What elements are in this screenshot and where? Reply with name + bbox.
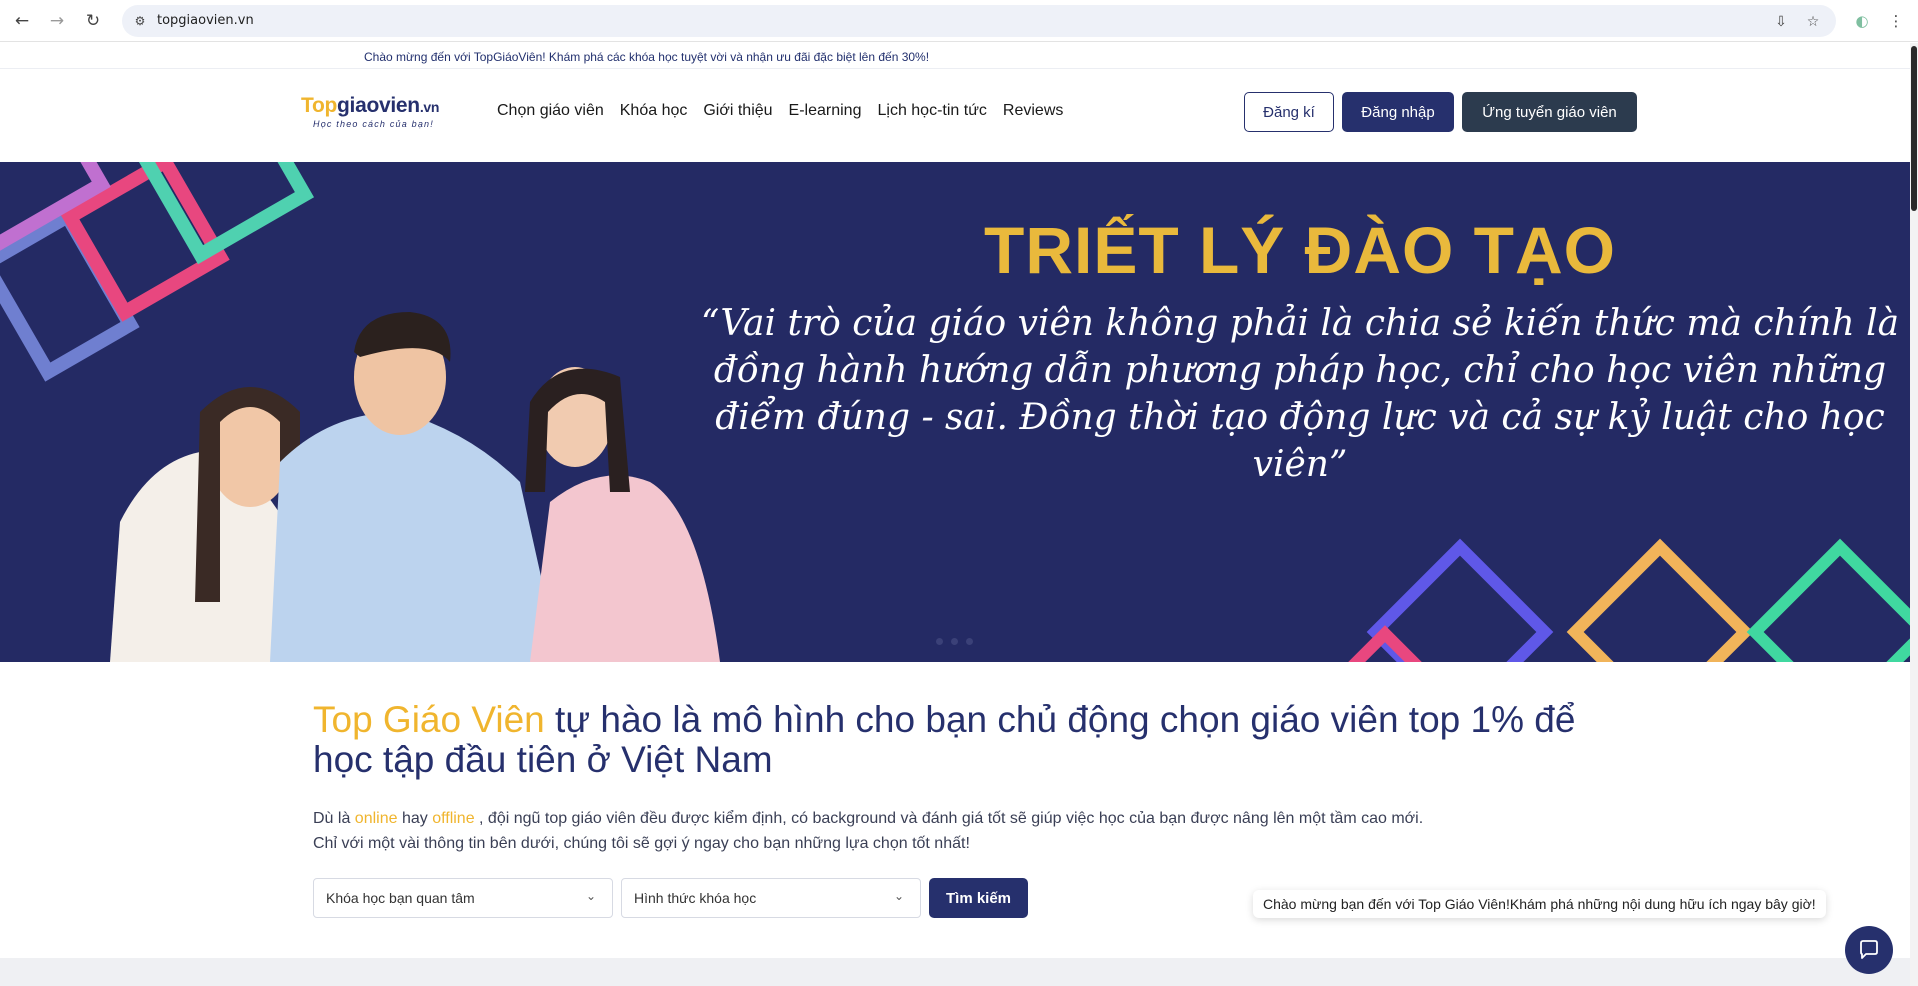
desc-offline: offline [432,810,475,827]
logo-tagline: Học theo cách của bạn! [313,119,434,129]
main-nav: Chọn giáo viên Khóa học Giới thiệu E-lea… [497,102,1079,120]
course-select-value: Khóa học bạn quan tâm [326,890,475,906]
hero-banner: TRIẾT LÝ ĐÀO TẠO “Vai trò của giáo viên … [0,162,1910,662]
logo-wordmark: Topgiaovien.vn [301,94,440,117]
chevron-down-icon: ⌄ [894,889,905,903]
desc-line2: Chỉ với một vài thông tin bên dưới, chún… [313,835,970,852]
next-section-strip [0,958,1910,986]
teacher-photo-group [110,312,720,662]
apply-teacher-button[interactable]: Ứng tuyển giáo viên [1462,92,1637,132]
chat-icon [1860,940,1878,959]
announcement-bar: Chào mừng đến với TopGiáoViên! Khám phá … [0,43,1910,69]
reload-icon[interactable]: ↻ [81,9,105,33]
chevron-down-icon: ⌄ [586,889,597,903]
desc-mid: hay [397,810,433,827]
nav-lich-hoc-tin-tuc[interactable]: Lịch học-tin tức [877,102,986,120]
hero-quote: “Vai trò của giáo viên không phải là chi… [700,303,1900,485]
brand-name: Top Giáo Viên [313,699,545,740]
nav-khoa-hoc[interactable]: Khóa học [620,102,688,120]
chat-greeting-text: Chào mừng bạn đến với Top Giáo Viên!Khám… [1263,896,1816,912]
site-header: Topgiaovien.vn Học theo cách của bạn! Ch… [0,70,1910,162]
browser-menu-icon[interactable]: ⋮ [1884,9,1908,33]
register-button[interactable]: Đăng kí [1244,92,1334,132]
carousel-dot[interactable] [951,638,958,645]
format-select[interactable]: Hình thức khóa học ⌄ [621,878,921,918]
address-bar[interactable]: ⚙ topgiaovien.vn ⇩ ☆ [122,5,1836,37]
announcement-text: Chào mừng đến với TopGiáoViên! Khám phá … [364,50,930,64]
chat-launcher-button[interactable] [1845,926,1893,974]
intro-description: Dù là online hay offline , đội ngũ top g… [313,806,1613,856]
chat-greeting-bubble[interactable]: Chào mừng bạn đến với Top Giáo Viên!Khám… [1253,890,1826,918]
carousel-dot[interactable] [936,638,943,645]
desc-rest: , đội ngũ top giáo viên đều được kiểm đị… [474,810,1424,827]
course-select[interactable]: Khóa học bạn quan tâm ⌄ [313,878,613,918]
install-app-icon[interactable]: ⇩ [1772,13,1790,31]
nav-e-learning[interactable]: E-learning [789,102,862,120]
bookmark-star-icon[interactable]: ☆ [1804,13,1822,31]
carousel-dots [936,638,973,645]
format-select-value: Hình thức khóa học [634,890,757,906]
back-icon[interactable]: ← [10,9,34,33]
forward-icon[interactable]: → [45,9,69,33]
browser-toolbar: ← → ↻ ⚙ topgiaovien.vn ⇩ ☆ ◐ ⋮ [0,0,1918,42]
login-button[interactable]: Đăng nhập [1342,92,1454,132]
site-info-icon[interactable]: ⚙ [132,13,148,29]
nav-chon-giao-vien[interactable]: Chọn giáo viên [497,102,604,120]
desc-prefix: Dù là [313,810,355,827]
site-logo[interactable]: Topgiaovien.vn Học theo cách của bạn! [301,94,451,134]
url-text[interactable]: topgiaovien.vn [157,13,254,28]
scrollbar-thumb[interactable] [1911,46,1917,211]
nav-reviews[interactable]: Reviews [1003,102,1063,120]
intro-headline: Top Giáo Viên tự hào là mô hình cho bạn … [313,700,1613,780]
nav-gioi-thieu[interactable]: Giới thiệu [703,102,772,120]
profile-icon[interactable]: ◐ [1850,9,1874,33]
search-button[interactable]: Tìm kiếm [929,878,1028,918]
hero-title: TRIẾT LÝ ĐÀO TẠO [984,213,1616,287]
carousel-dot[interactable] [966,638,973,645]
desc-online: online [354,810,398,827]
